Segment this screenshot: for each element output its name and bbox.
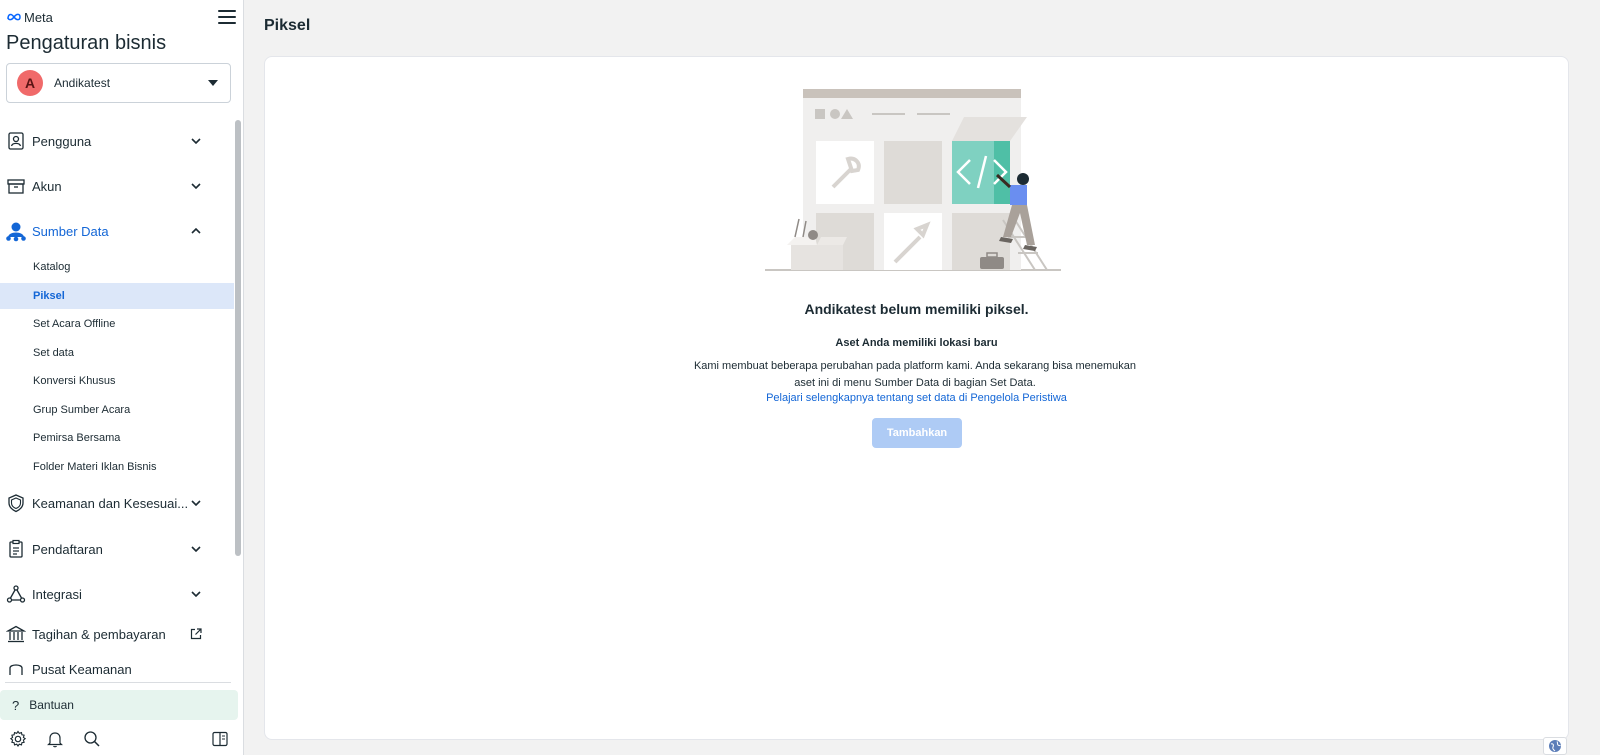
- pixel-code-illustration: [765, 89, 1061, 271]
- sidebar-item-label: Integrasi: [32, 586, 82, 602]
- chevron-up-icon: [190, 225, 202, 237]
- bell-icon[interactable]: [45, 729, 65, 749]
- chevron-down-icon: [190, 497, 202, 509]
- empty-state-description: Kami membuat beberapa perubahan pada pla…: [693, 360, 1137, 389]
- help-label: Bantuan: [29, 698, 74, 712]
- sidebar-subitem-set-data[interactable]: Set data: [0, 340, 234, 366]
- chevron-down-icon: [190, 135, 202, 147]
- users-icon: [5, 130, 27, 152]
- sidebar-item-sumber-data[interactable]: Sumber Data: [0, 218, 234, 244]
- sidebar-title: Pengaturan bisnis: [6, 32, 167, 54]
- search-icon[interactable]: [82, 729, 102, 749]
- sidebar-item-akun[interactable]: Akun: [0, 173, 234, 199]
- page-title: Piksel: [264, 17, 311, 34]
- sidebar-subitem-set-acara-offline[interactable]: Set Acara Offline: [0, 311, 234, 337]
- sidebar-item-label: Pengguna: [32, 133, 92, 149]
- sidebar-subitem-katalog[interactable]: Katalog: [0, 254, 234, 280]
- caret-down-icon: [208, 80, 218, 86]
- empty-state-heading: Andikatest belum memiliki piksel.: [804, 301, 1029, 317]
- sidebar-subitem-konversi-khusus[interactable]: Konversi Khusus: [0, 368, 234, 394]
- question-icon: ?: [12, 697, 20, 713]
- sidebar-item-integrasi[interactable]: Integrasi: [0, 581, 234, 607]
- chevron-down-icon: [190, 588, 202, 600]
- sidebar-item-pendaftaran[interactable]: Pendaftaran: [0, 536, 234, 562]
- sidebar-subitem-pemirsa-bersama[interactable]: Pemirsa Bersama: [0, 425, 234, 451]
- panel-toggle-icon[interactable]: [210, 729, 230, 749]
- data-sources-icon: [5, 220, 27, 242]
- shield-icon: [5, 492, 27, 514]
- sidebar-item-keamanan[interactable]: Keamanan dan Kesesuai...: [0, 490, 234, 516]
- sidebar-item-label: Tagihan & pembayaran: [32, 626, 166, 642]
- sidebar-subitem-grup-sumber-acara[interactable]: Grup Sumber Acara: [0, 397, 234, 423]
- sidebar-header: Meta: [6, 8, 236, 26]
- sidebar: Meta Pengaturan bisnis A Andikatest Peng…: [0, 0, 244, 755]
- sidebar-item-label: Sumber Data: [32, 223, 109, 239]
- box-icon: [5, 175, 27, 197]
- sidebar-item-label: Pusat Keamanan: [32, 661, 132, 677]
- sidebar-item-label: Pendaftaran: [32, 541, 103, 557]
- globe-icon[interactable]: [1543, 737, 1567, 755]
- main-card: Andikatest belum memiliki piksel. Aset A…: [264, 56, 1569, 740]
- menu-icon[interactable]: [218, 10, 236, 24]
- chevron-down-icon: [190, 180, 202, 192]
- help-button[interactable]: ? Bantuan: [0, 690, 238, 720]
- empty-state-subheading: Aset Anda memiliki lokasi baru: [835, 337, 998, 349]
- meta-logo[interactable]: Meta: [6, 10, 53, 25]
- external-link-icon: [190, 628, 202, 640]
- integrations-icon: [5, 583, 27, 605]
- person-icon: [5, 658, 27, 680]
- chevron-down-icon: [190, 543, 202, 555]
- business-avatar: A: [17, 70, 43, 96]
- gear-icon[interactable]: [8, 729, 28, 749]
- sidebar-item-label: Akun: [32, 178, 62, 194]
- meta-logo-text: Meta: [24, 9, 53, 25]
- sidebar-item-label: Keamanan dan Kesesuai...: [32, 495, 189, 511]
- sidebar-item-tagihan[interactable]: Tagihan & pembayaran: [0, 621, 234, 647]
- add-button[interactable]: Tambahkan: [872, 418, 962, 448]
- meta-infinity-icon: [7, 13, 21, 21]
- clipboard-icon: [5, 538, 27, 560]
- learn-more-link[interactable]: Pelajari selengkapnya tentang set data d…: [265, 392, 1568, 404]
- sidebar-subitem-piksel[interactable]: Piksel: [0, 283, 234, 309]
- sidebar-subitem-folder-materi-iklan[interactable]: Folder Materi Iklan Bisnis: [0, 454, 234, 480]
- sidebar-footer: [8, 728, 230, 750]
- sidebar-item-pusat-keamanan[interactable]: Pusat Keamanan: [0, 656, 234, 682]
- bank-icon: [5, 623, 27, 645]
- business-selector[interactable]: A Andikatest: [6, 63, 231, 103]
- business-name: Andikatest: [54, 76, 111, 90]
- sidebar-item-pengguna[interactable]: Pengguna: [0, 128, 234, 154]
- sidebar-scrollbar[interactable]: [235, 120, 241, 556]
- sidebar-divider: [5, 682, 231, 683]
